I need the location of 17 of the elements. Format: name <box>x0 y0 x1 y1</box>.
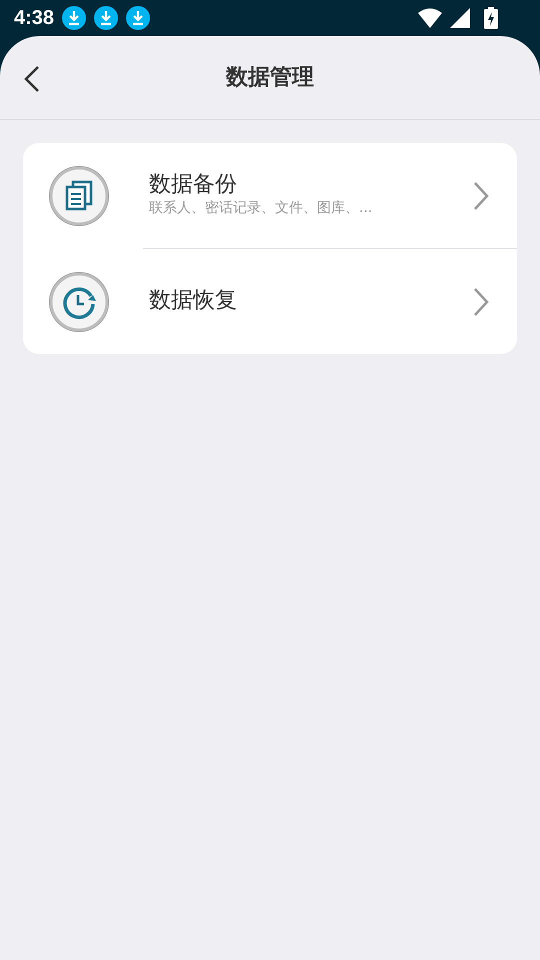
menu-item[interactable]: 数据恢复 <box>23 249 517 354</box>
chevron-right-icon <box>473 286 489 316</box>
document-badge-icon <box>47 164 111 228</box>
wifi-icon <box>418 8 442 28</box>
item-title: 数据恢复 <box>149 288 238 315</box>
clock-badge-icon <box>47 270 111 334</box>
signal-icon <box>450 8 470 28</box>
status-time: 4:38 <box>14 6 54 31</box>
battery-charging-icon <box>484 7 498 29</box>
download-notification-icon <box>94 6 118 30</box>
menu-item[interactable]: 数据备份 联系人、密话记录、文件、图库、... <box>23 143 517 248</box>
page-title: 数据管理 <box>226 64 314 92</box>
chevron-right-icon <box>473 180 489 210</box>
item-title: 数据备份 <box>149 172 238 198</box>
item-subtitle: 联系人、密话记录、文件、图库、... <box>149 199 374 218</box>
download-notification-icon <box>62 6 86 30</box>
download-notification-icon <box>126 6 150 30</box>
